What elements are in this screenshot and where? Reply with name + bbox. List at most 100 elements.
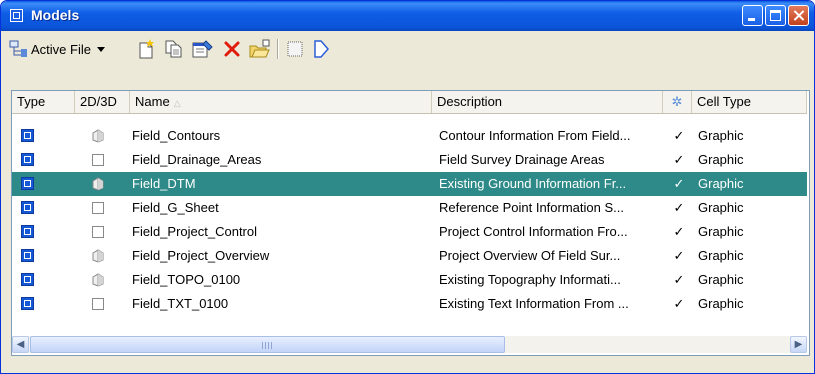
cell-name: Field_TOPO_0100 [132, 272, 241, 287]
scroll-thumb[interactable] [30, 336, 505, 353]
cell-check: ✓ [673, 296, 685, 311]
cell-cell-type: Graphic [698, 152, 744, 167]
cell-type [21, 196, 35, 220]
cell-name: Field_DTM [132, 176, 196, 191]
cell-check: ✓ [673, 272, 685, 287]
cell-description: Contour Information From Field... [439, 128, 631, 143]
design-model-icon [21, 129, 34, 142]
model-3d-icon [91, 249, 111, 263]
column-header-active-icon[interactable]: ✲ [663, 91, 692, 113]
minimize-button[interactable] [742, 5, 763, 26]
cell-check: ✓ [673, 248, 685, 263]
cell-type [21, 124, 35, 148]
cell-cell-type: Graphic [698, 296, 744, 311]
model-3d-icon [91, 177, 111, 191]
cell-cell-type: Graphic [698, 176, 744, 191]
design-model-icon [21, 177, 34, 190]
toolbar-separator [277, 39, 278, 59]
cell-type [21, 292, 35, 316]
cell-cell-type: Graphic [698, 224, 744, 239]
toolbar: Active File [5, 35, 809, 63]
delete-icon [224, 41, 240, 57]
column-header-2d3d[interactable]: 2D/3D [75, 91, 130, 113]
table-row[interactable]: Field_Project_Control Project Control Inf… [12, 220, 807, 244]
title-bar[interactable]: Models [1, 1, 814, 31]
active-file-dropdown[interactable]: Active File [9, 38, 107, 60]
column-header-name-label: Name [135, 94, 170, 109]
cell-description: Project Control Information Fro... [439, 224, 628, 239]
cell-type [21, 148, 35, 172]
shape-button[interactable] [310, 38, 332, 60]
table-row[interactable]: Field_Drainage_Areas Field Survey Drainag… [12, 148, 807, 172]
model-2d-icon [91, 225, 111, 239]
tree-icon [9, 40, 27, 57]
scroll-right-button[interactable]: ▶ [790, 336, 807, 353]
cell-2d3d [91, 148, 111, 172]
table-row[interactable]: Field_TXT_0100 Existing Text Information … [12, 292, 807, 316]
cell-type [21, 268, 35, 292]
import-button[interactable] [248, 38, 272, 60]
cell-cell-type: Graphic [698, 200, 744, 215]
table-row[interactable]: Field_DTM Existing Ground Information Fr.… [12, 172, 807, 196]
scroll-left-button[interactable]: ◀ [12, 336, 29, 353]
model-3d-icon [91, 273, 111, 287]
cell-2d3d [91, 124, 111, 148]
cell-type [21, 244, 35, 268]
column-header-cell-type[interactable]: Cell Type [692, 91, 807, 113]
cell-description: Existing Topography Informati... [439, 272, 621, 287]
cell-cell-type: Graphic [698, 128, 744, 143]
select-icon [287, 41, 303, 57]
window-title: Models [31, 7, 80, 23]
table-row[interactable]: Field_TOPO_0100 Existing Topography Infor… [12, 268, 807, 292]
cell-check: ✓ [673, 200, 685, 215]
table-row[interactable]: Field_Project_Overview Project Overview O… [12, 244, 807, 268]
cell-check: ✓ [673, 224, 685, 239]
table-row[interactable]: Field_G_Sheet Reference Point Information… [12, 196, 807, 220]
cell-2d3d [91, 196, 111, 220]
model-2d-icon [91, 297, 111, 311]
design-model-icon [21, 297, 34, 310]
cell-check: ✓ [673, 176, 685, 191]
cell-name: Field_Project_Overview [132, 248, 270, 263]
select-button[interactable] [284, 38, 306, 60]
design-model-icon [21, 201, 34, 214]
dropdown-arrow-icon [96, 47, 105, 52]
new-model-button[interactable] [135, 38, 157, 60]
cell-description: Existing Ground Information Fr... [439, 176, 627, 191]
list-header: Type 2D/3D Name △ Description ✲ Cell Type [12, 91, 807, 114]
cell-cell-type: Graphic [698, 248, 744, 263]
cell-type [21, 220, 35, 244]
list-rows: Field_Contours Contour Information From F… [12, 124, 807, 316]
column-header-description[interactable]: Description [432, 91, 663, 113]
sort-ascending-icon: △ [173, 98, 181, 108]
cell-2d3d [91, 268, 111, 292]
copy-model-button[interactable] [163, 38, 185, 60]
cell-check: ✓ [673, 128, 685, 143]
column-header-type[interactable]: Type [12, 91, 75, 113]
properties-button[interactable] [191, 38, 215, 60]
model-3d-icon [91, 129, 111, 143]
close-button[interactable] [788, 5, 809, 26]
cell-description: Field Survey Drainage Areas [439, 152, 605, 167]
cell-description: Existing Text Information From ... [439, 296, 629, 311]
model-2d-icon [91, 201, 111, 215]
horizontal-scrollbar[interactable]: ◀ ▶ [12, 336, 807, 353]
cell-description: Reference Point Information S... [439, 200, 624, 215]
design-model-icon [21, 225, 34, 238]
table-row[interactable]: Field_Contours Contour Information From F… [12, 124, 807, 148]
cell-description: Project Overview Of Field Sur... [439, 248, 621, 263]
import-icon [249, 39, 270, 58]
column-header-name[interactable]: Name △ [130, 91, 432, 113]
scroll-grip-icon [262, 342, 272, 349]
cell-2d3d [91, 220, 111, 244]
shape-icon [314, 40, 329, 58]
cell-name: Field_Project_Control [132, 224, 258, 239]
model-2d-icon [91, 153, 111, 167]
cell-name: Field_G_Sheet [132, 200, 219, 215]
cell-2d3d [91, 172, 111, 196]
delete-button[interactable] [221, 38, 243, 60]
models-window-icon [10, 9, 23, 22]
cell-type [21, 172, 35, 196]
cell-name: Field_Drainage_Areas [132, 152, 262, 167]
maximize-button[interactable] [765, 5, 786, 26]
